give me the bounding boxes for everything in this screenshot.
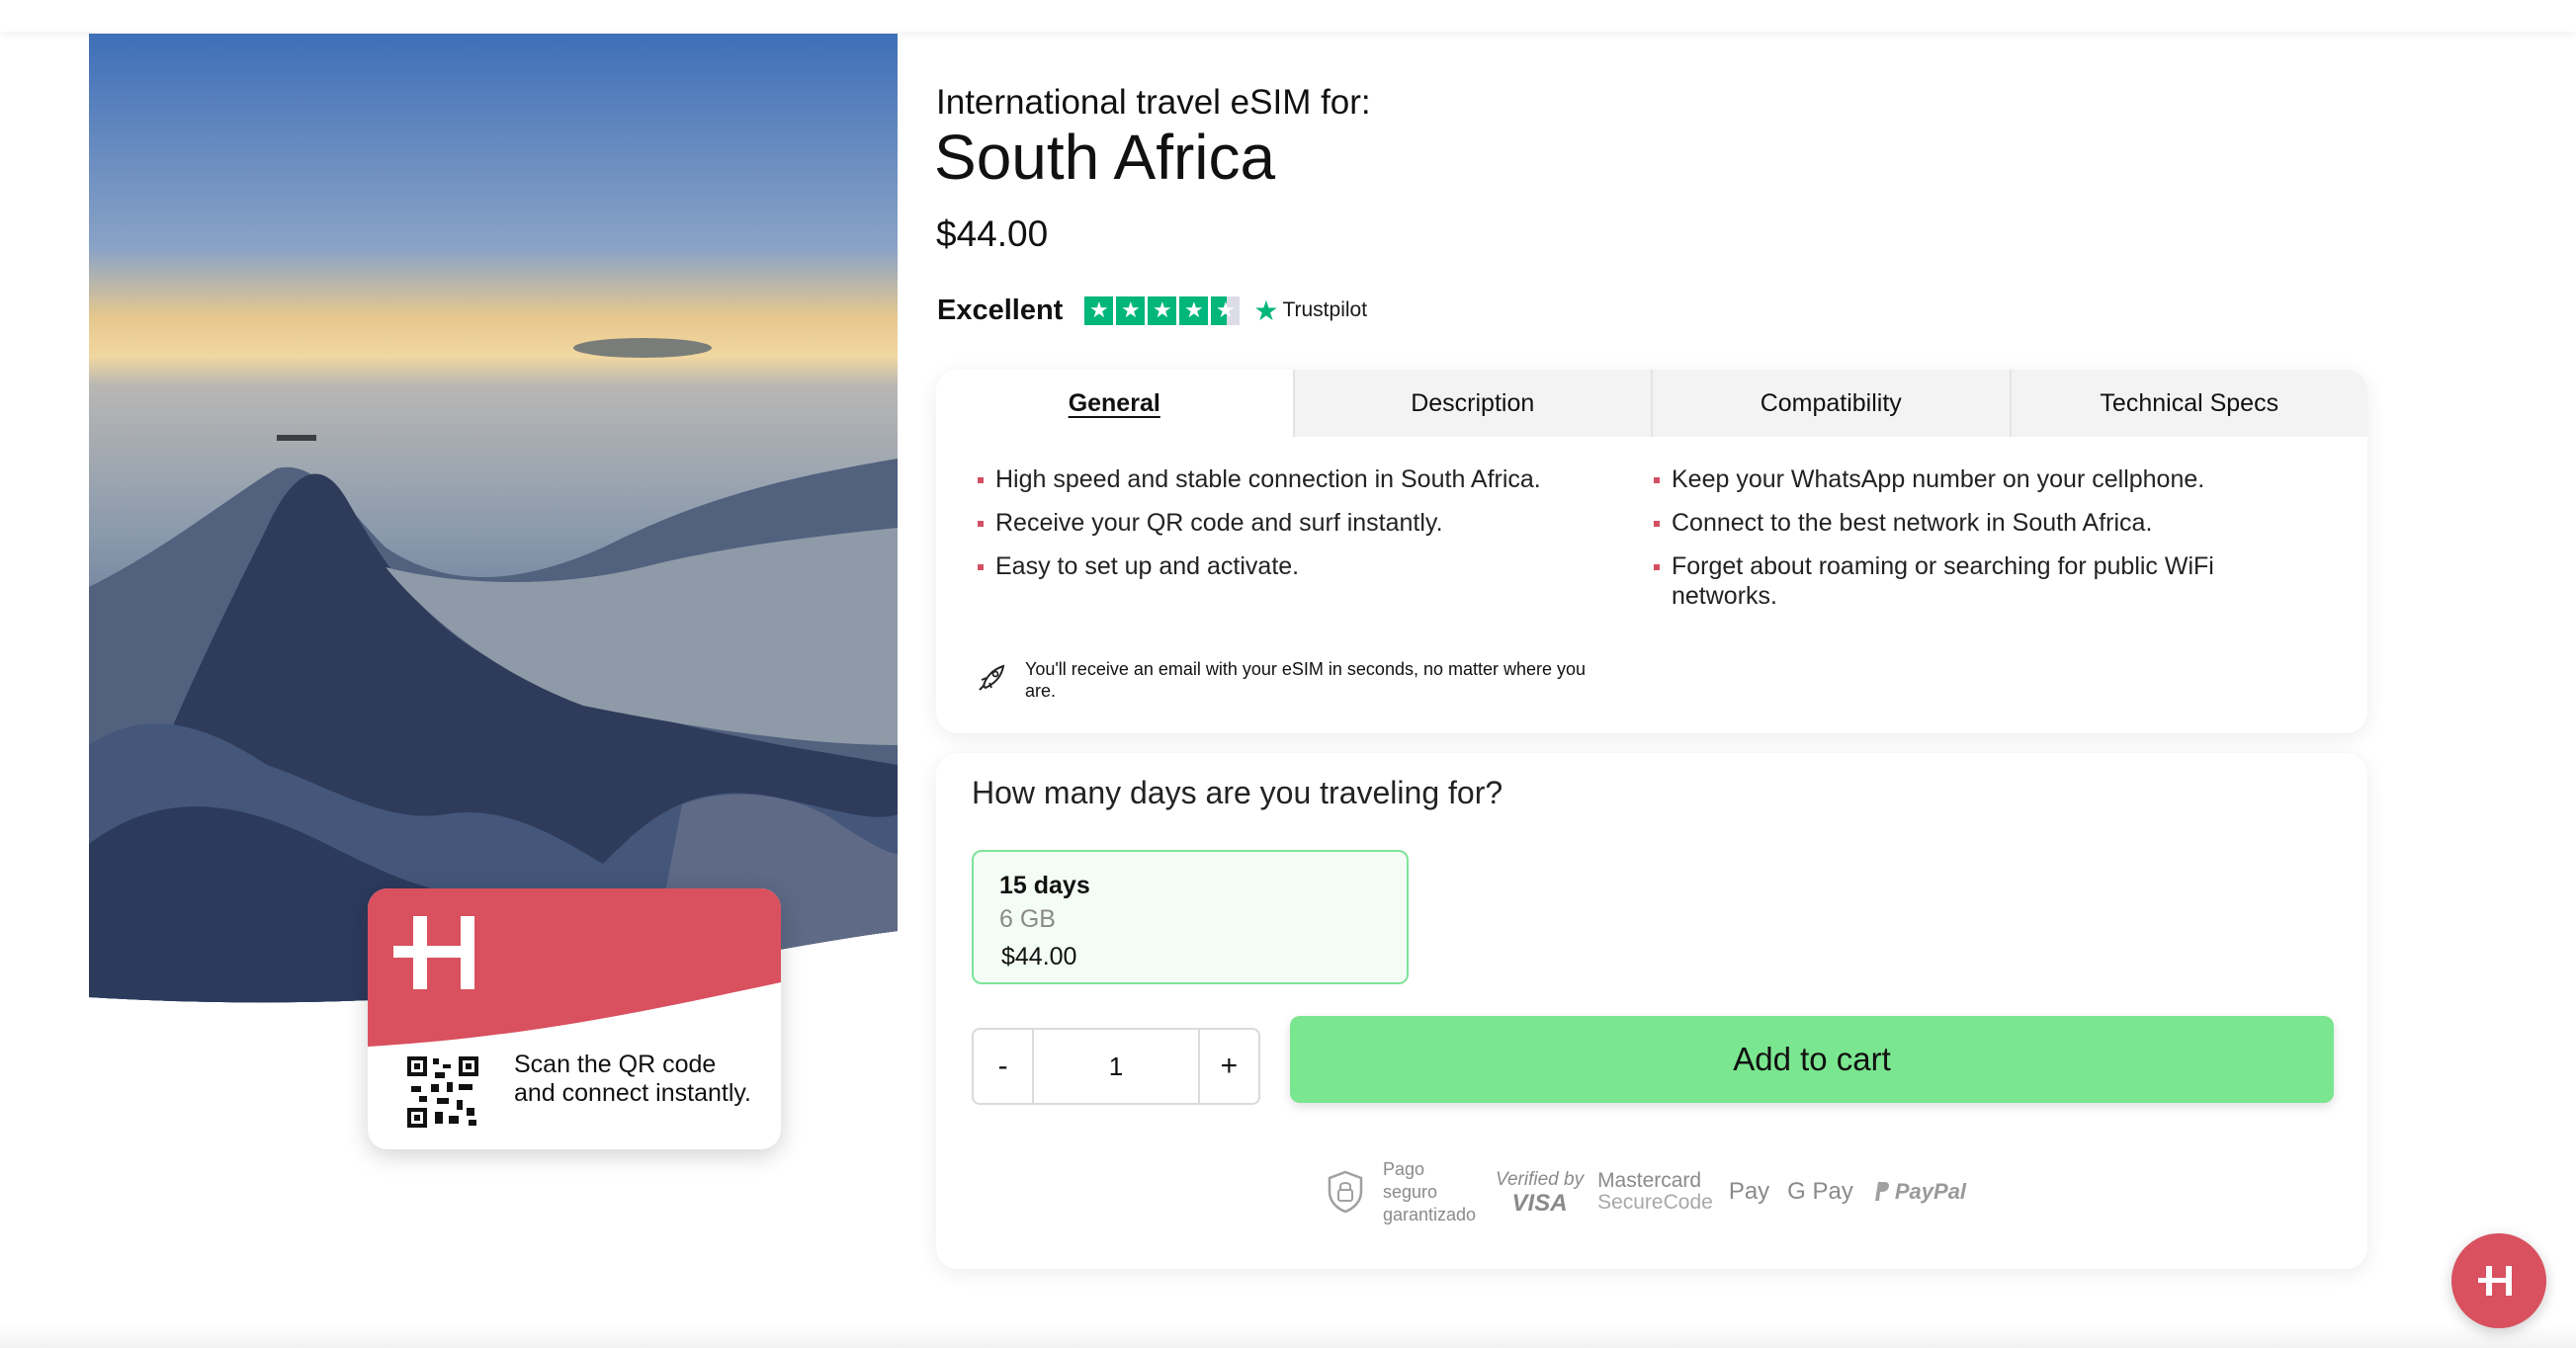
star-icon: ★	[1148, 295, 1177, 325]
secure-payment-text: Pago seguro garantizado	[1383, 1158, 1477, 1224]
tab-general[interactable]: General	[936, 370, 1293, 437]
page-title: South Africa	[934, 122, 1276, 193]
rocket-icon	[979, 664, 1005, 691]
tab-technical-specs[interactable]: Technical Specs	[2009, 370, 2367, 437]
visa-top-label: Verified by	[1496, 1169, 1585, 1190]
product-price: $44.00	[936, 213, 1049, 254]
trustpilot-star-icon: ★	[1253, 295, 1279, 326]
product-info-panel: General Description Compatibility Techni…	[936, 370, 2367, 733]
bullet-icon	[978, 477, 984, 483]
plan-data: 6 GB	[999, 905, 1056, 933]
bullet-icon	[1654, 477, 1660, 483]
feature-text: Keep your WhatsApp number on your cellph…	[1672, 465, 2205, 493]
list-item: High speed and stable connection in Sout…	[978, 464, 1620, 494]
feature-text: Easy to set up and activate.	[995, 552, 1300, 580]
email-delivery-note: You'll receive an email with your eSIM i…	[976, 658, 1618, 702]
trustpilot-rating[interactable]: Excellent ★ ★ ★ ★ ★ ★ Trustpilot	[937, 291, 1367, 330]
tab-description[interactable]: Description	[1292, 370, 1651, 437]
increase-quantity-button[interactable]: +	[1200, 1030, 1258, 1103]
quantity-stepper: - 1 +	[972, 1028, 1260, 1105]
add-to-cart-button[interactable]: Add to cart	[1290, 1016, 2334, 1103]
bullet-icon	[978, 521, 984, 527]
list-item: Keep your WhatsApp number on your cellph…	[1654, 464, 2286, 494]
brand-logo-icon	[393, 916, 474, 989]
qr-code-icon	[407, 1056, 478, 1128]
brand-logo-icon	[2478, 1266, 2512, 1296]
paypal-icon	[1874, 1182, 1889, 1201]
apple-pay-logo: Pay	[1729, 1178, 1769, 1206]
purchase-panel: How many days are you traveling for? 15 …	[936, 753, 2367, 1269]
mastercard-securecode-logo: Mastercard SecureCode	[1597, 1170, 1713, 1214]
tab-compatibility[interactable]: Compatibility	[1651, 370, 2010, 437]
trustpilot-label: Trustpilot	[1282, 298, 1368, 321]
chat-button[interactable]	[2451, 1233, 2546, 1328]
qr-promo-card: Scan the QR code and connect instantly.	[368, 888, 781, 1149]
quantity-input[interactable]: 1	[1032, 1030, 1200, 1103]
list-item: Connect to the best network in South Afr…	[1654, 508, 2286, 538]
product-subtitle: International travel eSIM for:	[936, 83, 1371, 122]
verified-by-visa-logo: Verified by VISA	[1496, 1168, 1584, 1216]
paypal-logo: PayPal	[1871, 1179, 1966, 1205]
mastercard-label: Mastercard	[1597, 1169, 1702, 1192]
google-pay-logo: G Pay	[1787, 1178, 1853, 1205]
star-icon: ★	[1179, 295, 1209, 325]
paypal-label: PayPal	[1894, 1179, 1967, 1204]
plan-days: 15 days	[999, 872, 1090, 899]
secure-shield-icon	[1328, 1170, 1363, 1214]
duration-question: How many days are you traveling for?	[972, 775, 1503, 810]
star-icon: ★	[1084, 295, 1114, 325]
rating-label: Excellent	[937, 294, 1064, 326]
decrease-quantity-button[interactable]: -	[974, 1030, 1032, 1103]
securecode-label: SecureCode	[1597, 1191, 1713, 1214]
list-item: Easy to set up and activate.	[978, 551, 1620, 581]
bullet-icon	[978, 564, 984, 570]
qr-card-text: Scan the QR code and connect instantly.	[514, 1051, 751, 1107]
visa-label: VISA	[1511, 1190, 1568, 1217]
feature-text: Forget about roaming or searching for pu…	[1672, 552, 2214, 610]
bullet-icon	[1654, 521, 1660, 527]
feature-list-right: Keep your WhatsApp number on your cellph…	[1654, 464, 2286, 625]
list-item: Receive your QR code and surf instantly.	[978, 508, 1620, 538]
half-star-icon: ★	[1211, 295, 1241, 325]
apple-pay-label: Pay	[1728, 1178, 1770, 1205]
plan-price: $44.00	[1001, 943, 1077, 970]
hero-image: Scan the QR code and connect instantly.	[89, 34, 898, 1149]
feature-text: High speed and stable connection in Sout…	[995, 465, 1541, 493]
plan-option-selected[interactable]: 15 days 6 GB $44.00	[972, 850, 1409, 984]
list-item: Forget about roaming or searching for pu…	[1654, 551, 2286, 611]
trustpilot-logo: ★ Trustpilot	[1253, 295, 1367, 327]
top-bar	[0, 0, 2576, 32]
bullet-icon	[1654, 564, 1660, 570]
feature-text: Receive your QR code and surf instantly.	[995, 509, 1443, 537]
feature-text: Connect to the best network in South Afr…	[1672, 509, 2153, 537]
bottom-divider	[0, 1324, 2576, 1348]
payment-methods: Pago seguro garantizado Verified by VISA…	[1326, 1150, 1966, 1233]
rating-stars: ★ ★ ★ ★ ★	[1084, 295, 1241, 325]
feature-list-left: High speed and stable connection in Sout…	[978, 464, 1620, 595]
star-icon: ★	[1116, 295, 1146, 325]
tab-bar: General Description Compatibility Techni…	[936, 370, 2367, 437]
email-note-text: You'll receive an email with your eSIM i…	[1025, 659, 1587, 701]
